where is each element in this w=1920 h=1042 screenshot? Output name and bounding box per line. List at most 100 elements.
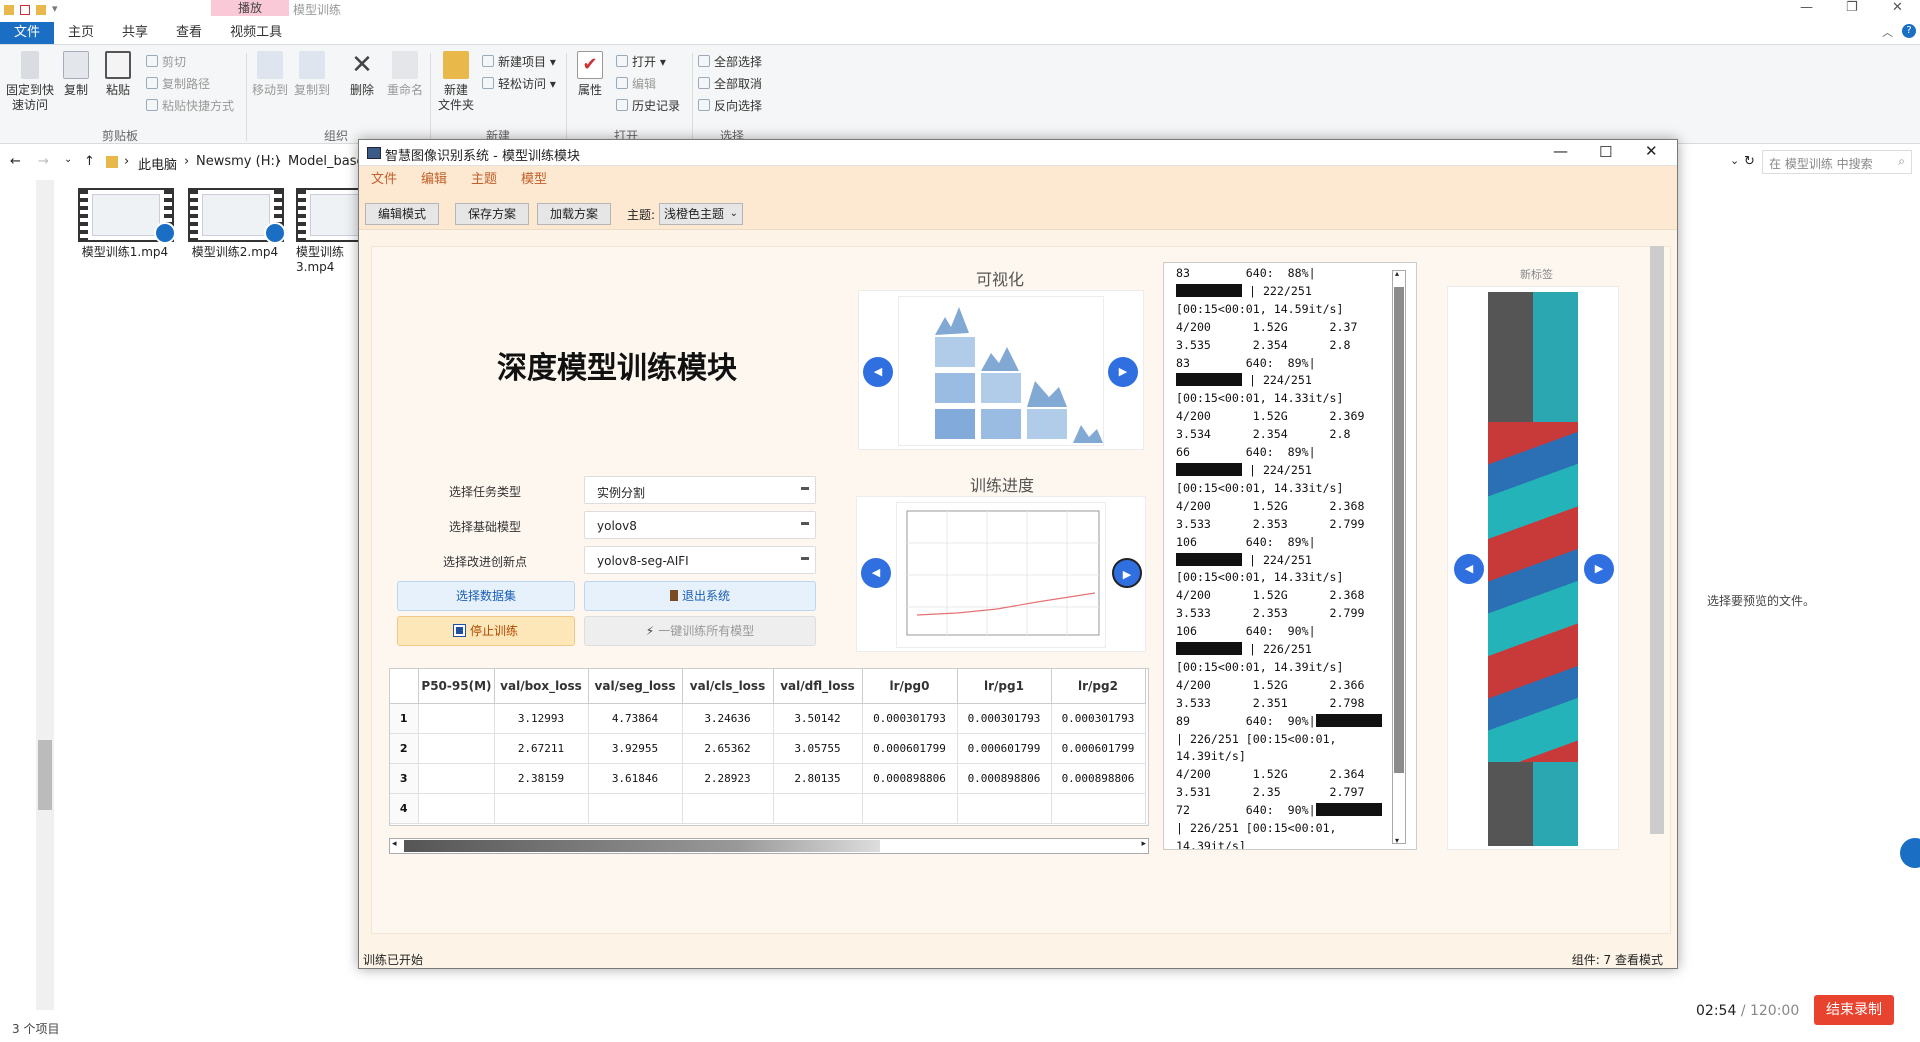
breadcrumb-this-pc[interactable]: 此电脑 [138, 154, 177, 173]
chevron-down-icon[interactable]: ▾ [52, 2, 58, 15]
restore-icon[interactable]: ❐ [1846, 0, 1858, 15]
easy-access-button[interactable]: 轻松访问 ▾ [482, 73, 556, 95]
progress-prev-button[interactable]: ◀ [861, 558, 891, 588]
file-name[interactable]: 模型训练1.mp4 [70, 243, 180, 260]
table-cell[interactable]: 3.24636 [682, 703, 774, 734]
exit-system-button[interactable]: 退出系统 [584, 581, 816, 611]
breadcrumb-folder[interactable]: Model_base [288, 154, 365, 169]
navigation-scrollbar[interactable] [36, 180, 54, 1010]
table-cell[interactable] [862, 793, 958, 824]
table-cell[interactable] [418, 703, 495, 734]
delete-button[interactable]: ✕ 删除 [344, 45, 380, 98]
refresh-icon[interactable]: ↻ [1744, 154, 1755, 169]
recent-locations-icon[interactable]: ⌄ [64, 154, 72, 165]
table-row[interactable]: 4 [390, 793, 1146, 824]
select-all-button[interactable]: 全部选择 [698, 51, 762, 73]
table-cell[interactable]: 0.000301793 [957, 703, 1052, 734]
train-all-models-button[interactable]: ⚡ 一键训练所有模型 [584, 616, 816, 646]
tab-share[interactable]: 共享 [108, 22, 162, 44]
table-cell[interactable]: 0.000898806 [1051, 763, 1146, 794]
invert-selection-button[interactable]: 反向选择 [698, 95, 762, 117]
file-name[interactable]: 模型训练2.mp4 [180, 243, 290, 260]
cut-button[interactable]: 剪切 [146, 51, 186, 73]
collapse-ribbon-icon[interactable]: ︿ [1882, 24, 1893, 40]
copy-button[interactable]: 复制 [58, 45, 94, 98]
edit-button[interactable]: 编辑 [616, 73, 656, 95]
table-cell[interactable]: 4.73864 [588, 703, 683, 734]
video-thumbnail[interactable] [188, 188, 286, 244]
table-cell[interactable] [588, 793, 683, 824]
preview-next-button[interactable]: ▶ [1584, 554, 1614, 584]
progress-next-button[interactable]: ▶ [1112, 558, 1142, 588]
table-cell[interactable]: 0.000301793 [862, 703, 958, 734]
table-cell[interactable]: 0.000601799 [862, 733, 958, 764]
minimize-icon[interactable]: — [1800, 0, 1813, 15]
column-header[interactable]: val/cls_loss [682, 669, 774, 704]
column-header[interactable]: lr/pg0 [862, 669, 958, 704]
chevron-down-icon[interactable]: ⌄ [1730, 154, 1739, 167]
pin-quick-access-button[interactable]: 固定到快 速访问 [4, 45, 56, 113]
table-cell[interactable]: 0.000601799 [1051, 733, 1146, 764]
side-panel-toggle-icon[interactable] [1900, 838, 1920, 868]
table-cell[interactable] [418, 793, 495, 824]
table-cell[interactable]: 2.38159 [494, 763, 589, 794]
table-cell[interactable]: 0.000301793 [1051, 703, 1146, 734]
table-cell[interactable] [418, 733, 495, 764]
table-row[interactable]: 2 2.67211 3.92955 2.65362 3.05755 0.0006… [390, 733, 1146, 764]
column-header[interactable]: val/box_loss [494, 669, 589, 704]
minimize-icon[interactable]: — [1553, 142, 1568, 160]
improvement-select[interactable]: yolov8-seg-AIFI [584, 546, 816, 574]
table-cell[interactable]: 0.000898806 [862, 763, 958, 794]
table-row[interactable]: 1 3.12993 4.73864 3.24636 3.50142 0.0003… [390, 703, 1146, 734]
column-header[interactable]: lr/pg2 [1051, 669, 1146, 704]
base-model-select[interactable]: yolov8 [584, 511, 816, 539]
tab-view[interactable]: 查看 [162, 22, 216, 44]
training-log-output[interactable]: 83 640: 88%| | 222/251 [00:15<00:01, 14.5… [1163, 262, 1417, 850]
table-cell[interactable] [1051, 793, 1146, 824]
table-row[interactable]: 3 2.38159 3.61846 2.28923 2.80135 0.0008… [390, 763, 1146, 794]
file-name[interactable]: 模型训练3.mp4 [296, 243, 356, 274]
paste-button[interactable]: 粘贴 [100, 45, 136, 98]
load-plan-button[interactable]: 加载方案 [537, 203, 611, 225]
edit-mode-button[interactable]: 编辑模式 [365, 203, 439, 225]
open-button[interactable]: 打开 ▾ [616, 51, 666, 73]
table-cell[interactable]: 3.05755 [773, 733, 863, 764]
tab-video-tools[interactable]: 视频工具 [216, 22, 296, 44]
table-cell[interactable]: 3.92955 [588, 733, 683, 764]
menu-model[interactable]: 模型 [509, 166, 559, 194]
search-input[interactable]: 在 模型训练 中搜索 ⌕ [1762, 150, 1912, 174]
video-thumbnail[interactable] [78, 188, 176, 244]
forward-arrow-icon[interactable]: → [38, 154, 49, 169]
properties-check-icon[interactable] [20, 5, 30, 15]
save-plan-button[interactable]: 保存方案 [455, 203, 529, 225]
breadcrumb-drive[interactable]: Newsmy (H:) [196, 154, 280, 169]
tab-file[interactable]: 文件 [0, 22, 55, 44]
close-icon[interactable]: ✕ [1645, 142, 1658, 160]
scrollbar-thumb[interactable] [1394, 287, 1404, 773]
table-cell[interactable] [682, 793, 774, 824]
up-arrow-icon[interactable]: ↑ [84, 154, 95, 169]
content-vertical-scrollbar[interactable] [1650, 246, 1664, 834]
viz-prev-button[interactable]: ◀ [863, 357, 893, 387]
scroll-left-icon[interactable]: ◂ [392, 839, 397, 849]
rename-button[interactable]: 重命名 [384, 45, 426, 98]
select-none-button[interactable]: 全部取消 [698, 73, 762, 95]
stop-training-button[interactable]: 停止训练 [397, 616, 575, 646]
table-horizontal-scrollbar[interactable]: ◂ ▸ [389, 838, 1149, 854]
scroll-down-icon[interactable]: ▾ [1395, 836, 1399, 845]
table-cell[interactable]: 3.50142 [773, 703, 863, 734]
maximize-icon[interactable]: ☐ [1599, 143, 1612, 161]
table-cell[interactable]: 3.61846 [588, 763, 683, 794]
properties-button[interactable]: ✔ 属性 [570, 45, 610, 98]
table-cell[interactable] [773, 793, 863, 824]
table-cell[interactable] [494, 793, 589, 824]
copy-to-button[interactable]: 复制到 [292, 45, 332, 98]
new-folder-button[interactable]: 新建 文件夹 [434, 45, 478, 113]
task-type-select[interactable]: 实例分割 [584, 476, 816, 504]
stop-recording-button[interactable]: 结束录制 [1814, 995, 1894, 1025]
table-cell[interactable]: 0.000898806 [957, 763, 1052, 794]
menu-theme[interactable]: 主题 [459, 166, 509, 194]
close-icon[interactable]: ✕ [1892, 0, 1903, 15]
column-header[interactable]: P50-95(M) [418, 669, 495, 704]
menu-edit[interactable]: 编辑 [409, 166, 459, 194]
